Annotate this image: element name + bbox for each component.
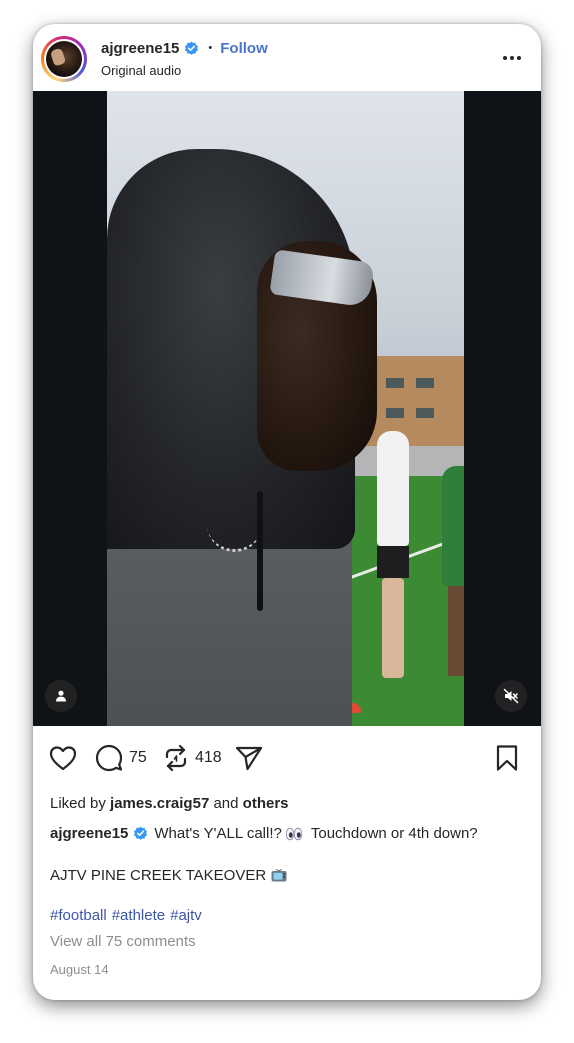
follow-button[interactable]: Follow [220, 40, 268, 57]
liked-by-others-link[interactable]: others [243, 795, 289, 812]
save-button[interactable] [495, 744, 519, 772]
post-date: August 14 [50, 962, 109, 977]
avatar-image [46, 41, 82, 77]
action-bar: 75 418 [33, 726, 541, 790]
caption: ajgreene15 What's Y'ALL call!? Touchdown… [50, 825, 478, 842]
caption-text-2: Touchdown or 4th down? [310, 825, 478, 842]
post-card: ajgreene15 • Follow Original audio 75 41… [33, 24, 541, 1000]
hashtag-link[interactable]: #football [50, 907, 107, 924]
muted-volume-icon[interactable] [495, 680, 527, 712]
comment-icon [95, 744, 123, 772]
tv-emoji-icon [271, 869, 287, 882]
post-media[interactable] [33, 91, 541, 726]
caption-line-2-text: AJTV PINE CREEK TAKEOVER [50, 867, 267, 884]
share-icon [235, 746, 263, 771]
liked-by-user-link[interactable]: james.craig57 [110, 795, 209, 812]
player-figure [442, 466, 464, 676]
comment-count: 75 [129, 749, 147, 766]
caption-line-2: AJTV PINE CREEK TAKEOVER [50, 867, 287, 884]
repost-count: 418 [195, 749, 222, 766]
eyes-emoji-icon [285, 827, 303, 840]
liked-by-connector: and [213, 795, 239, 812]
audio-label[interactable]: Original audio [101, 63, 181, 78]
share-button[interactable] [235, 744, 263, 772]
repost-icon [165, 744, 187, 772]
caption-username-link[interactable]: ajgreene15 [50, 825, 128, 842]
liked-by-line: Liked by james.craig57 and others [50, 795, 289, 812]
hashtags: #football #athlete #ajtv [50, 907, 207, 924]
verified-badge-icon [185, 41, 199, 55]
caption-text: What's Y'ALL call!? [154, 825, 282, 842]
separator-dot: • [208, 42, 213, 54]
hashtag-link[interactable]: #ajtv [170, 907, 202, 924]
more-options-icon[interactable] [497, 46, 527, 70]
username-link[interactable]: ajgreene15 [101, 40, 179, 57]
like-button[interactable] [49, 744, 77, 772]
heart-icon [49, 746, 77, 771]
avatar[interactable] [41, 36, 87, 82]
user-tag-icon[interactable] [45, 680, 77, 712]
comment-button[interactable]: 75 [95, 744, 147, 772]
verified-badge-icon [134, 826, 148, 840]
hashtag-link[interactable]: #athlete [112, 907, 165, 924]
player-figure [377, 431, 409, 678]
bookmark-icon [496, 745, 518, 771]
view-all-comments-link[interactable]: View all 75 comments [50, 933, 196, 950]
post-header: ajgreene15 • Follow Original audio [33, 24, 541, 91]
video-frame[interactable] [107, 91, 464, 726]
liked-by-prefix: Liked by [50, 795, 106, 812]
repost-button[interactable]: 418 [163, 744, 222, 772]
username-row: ajgreene15 • Follow [101, 38, 268, 58]
